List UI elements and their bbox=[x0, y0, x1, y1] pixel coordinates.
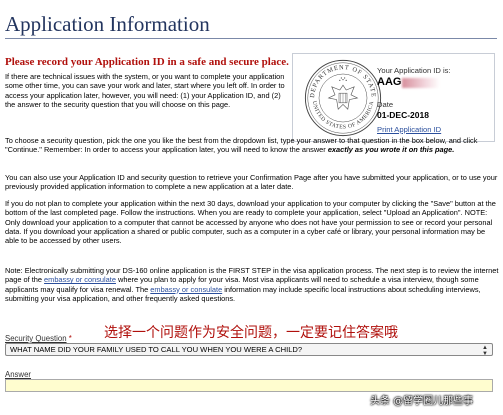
security-question-label: Security Question * bbox=[5, 334, 72, 343]
save-download-paragraph: If you do not plan to complete your appl… bbox=[5, 199, 496, 246]
date-label: Date bbox=[377, 100, 394, 109]
note-paragraph: Note: Electronically submitting your DS-… bbox=[5, 266, 499, 303]
security-question-paragraph: To choose a security question, pick the … bbox=[5, 136, 478, 155]
embassy-consulate-link[interactable]: embassy or consulate bbox=[44, 275, 116, 284]
chinese-annotation: 选择一个问题作为安全问题，一定要记住答案哦 bbox=[104, 325, 398, 341]
application-id-label: Your Application ID is: bbox=[377, 66, 451, 75]
date-value: 01-DEC-2018 bbox=[377, 110, 429, 120]
required-mark: * bbox=[68, 334, 72, 343]
answer-input[interactable] bbox=[5, 379, 493, 392]
redacted-id-blur bbox=[402, 78, 440, 88]
page-title: Application Information bbox=[5, 12, 210, 36]
application-id-value: AAG bbox=[377, 76, 402, 88]
print-application-id-link[interactable]: Print Application ID bbox=[377, 125, 441, 134]
title-divider bbox=[5, 38, 497, 39]
answer-label: Answer bbox=[5, 370, 31, 379]
record-id-warning: Please record your Application ID in a s… bbox=[5, 56, 289, 68]
retrieve-paragraph: You can also use your Application ID and… bbox=[5, 173, 498, 192]
security-question-select[interactable]: WHAT NAME DID YOUR FAMILY USED TO CALL Y… bbox=[5, 343, 493, 357]
application-id-card: DEPARTMENT OF STATE UNITED STATES OF AME… bbox=[292, 53, 495, 142]
intro-paragraph: If there are technical issues with the s… bbox=[5, 72, 285, 109]
watermark: 头条 @留学圈儿那些事 bbox=[370, 396, 474, 407]
embassy-consulate-link-2[interactable]: embassy or consulate bbox=[150, 285, 222, 294]
us-state-department-seal-icon: DEPARTMENT OF STATE UNITED STATES OF AME… bbox=[304, 59, 382, 137]
security-question-value: WHAT NAME DID YOUR FAMILY USED TO CALL Y… bbox=[10, 345, 303, 354]
select-updown-arrow-icon: ▲ ▼ bbox=[482, 345, 488, 357]
